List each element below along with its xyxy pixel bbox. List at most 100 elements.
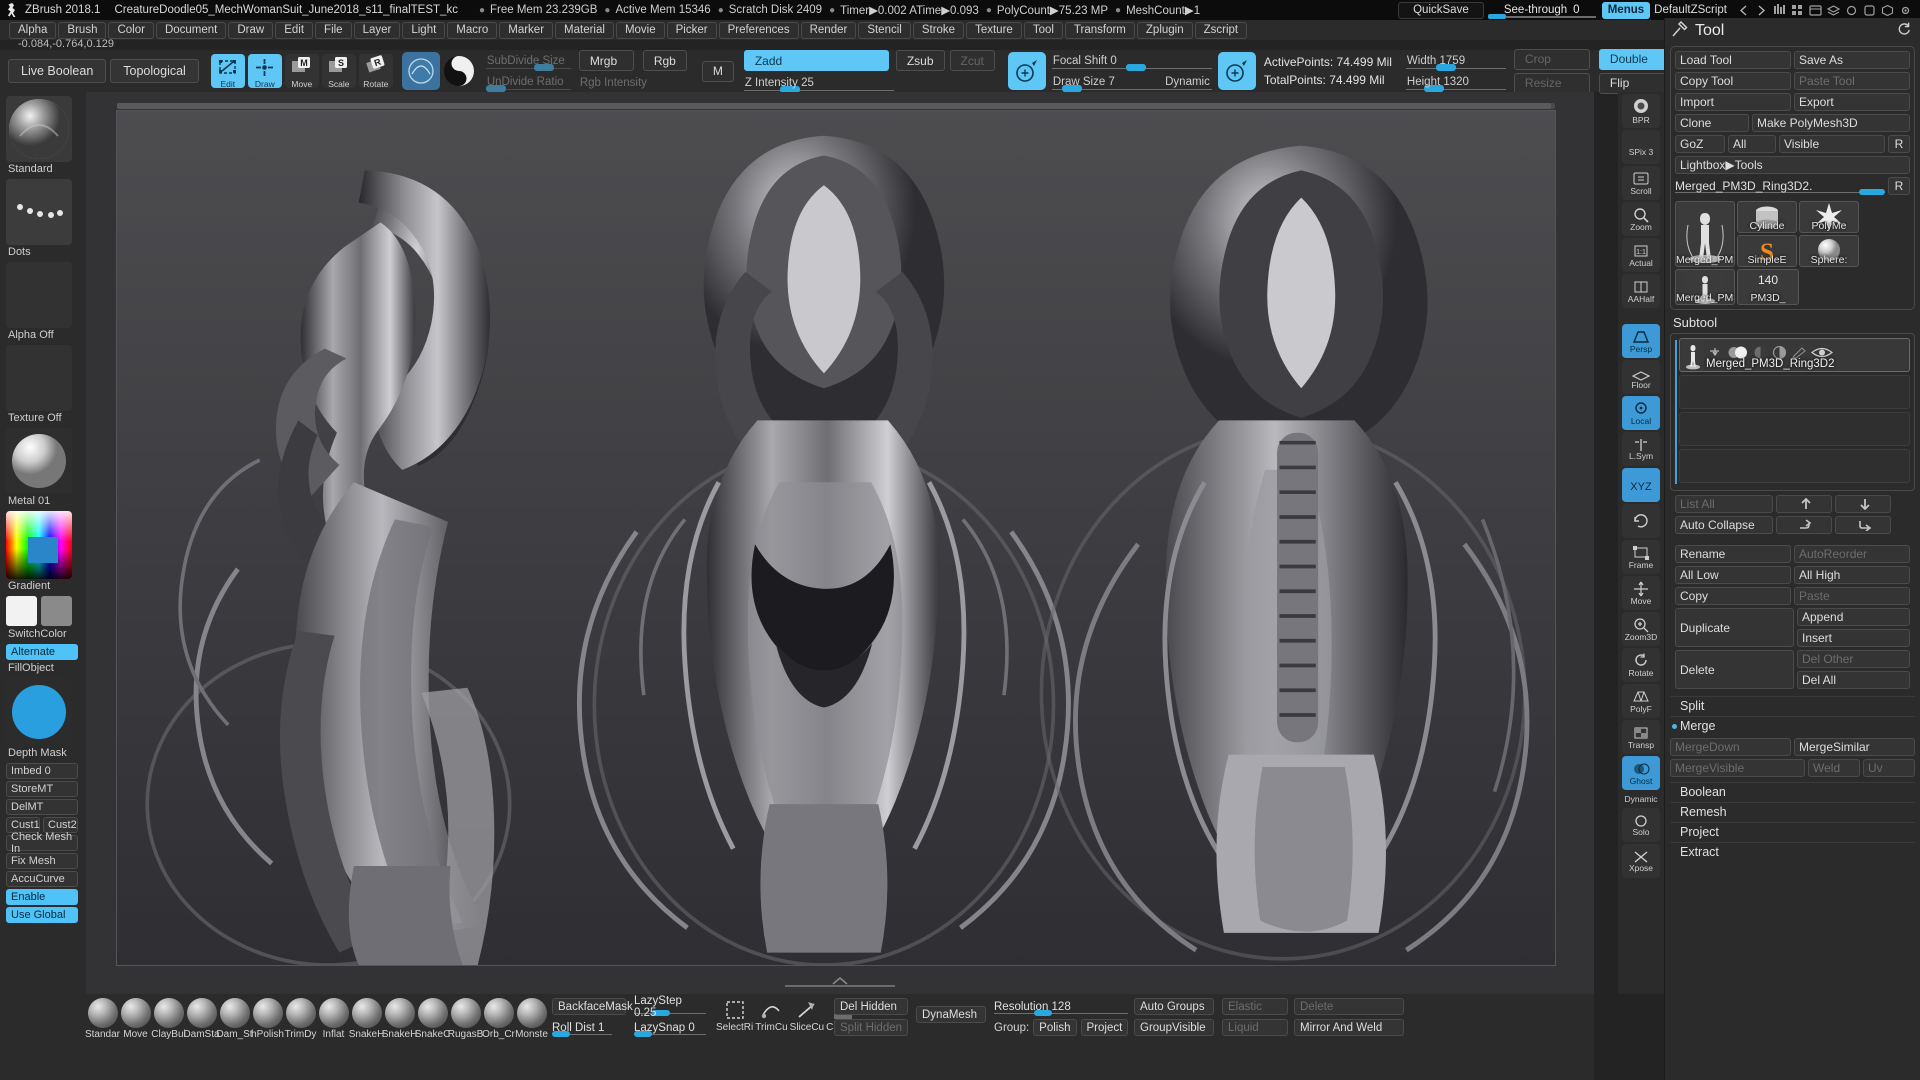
lazy-step-slider[interactable]: LazyStep 0.25 (634, 995, 706, 1019)
menu-item-preferences[interactable]: Preferences (718, 21, 799, 39)
menu-item-texture[interactable]: Texture (966, 21, 1022, 39)
menu-item-tool[interactable]: Tool (1023, 21, 1063, 39)
bars-icon[interactable] (1773, 3, 1786, 17)
slider-knob[interactable] (1859, 189, 1885, 195)
auto-collapse-button[interactable]: Auto Collapse (1675, 516, 1773, 534)
extract-section[interactable]: Extract (1670, 842, 1915, 861)
menu-item-layer[interactable]: Layer (353, 21, 401, 39)
actual-button[interactable]: 1:1 Actual (1622, 238, 1660, 272)
load-tool-button[interactable]: Load Tool (1675, 51, 1791, 69)
xpose-button[interactable]: Xpose (1622, 844, 1660, 878)
paste-button[interactable]: Paste (1794, 587, 1910, 605)
subtool-item-selected[interactable]: Merged_PM3D_Ring3D2 (1679, 338, 1910, 372)
all-high-button[interactable]: All High (1794, 566, 1910, 584)
draw-mode-button[interactable]: Draw (247, 54, 282, 89)
split-section[interactable]: Split (1670, 696, 1915, 715)
aahalf-button[interactable]: AAHalf (1622, 274, 1660, 308)
copy-tool-button[interactable]: Copy Tool (1675, 72, 1791, 90)
backface-mask-button[interactable]: BackfaceMask (552, 998, 633, 1015)
imbed-button[interactable]: Imbed 0 (6, 763, 78, 779)
auto-reorder-button[interactable]: AutoReorder (1794, 545, 1910, 563)
delete-button[interactable]: Delete (1675, 650, 1794, 689)
delete-button[interactable]: Delete (1294, 998, 1404, 1015)
merge-visible-button[interactable]: MergeVisible (1670, 759, 1805, 777)
subtool-move-down-button[interactable] (1835, 495, 1891, 513)
subtool-move-up-button[interactable] (1776, 495, 1832, 513)
brush-quick-pick[interactable]: RugasB (448, 998, 483, 1040)
mrgb-button[interactable]: Mrgb (578, 50, 634, 71)
spix-slider[interactable]: SPix 3 (1622, 130, 1660, 164)
menu-item-transform[interactable]: Transform (1064, 21, 1135, 39)
lsym-button[interactable]: L.Sym (1622, 432, 1660, 466)
select-rect-icon[interactable] (723, 998, 747, 1022)
menu-item-file[interactable]: File (315, 21, 352, 39)
brush-quick-pick[interactable]: TrimDy (284, 998, 317, 1040)
canvas-area[interactable] (86, 92, 1594, 994)
material-preview-selected[interactable] (401, 52, 440, 90)
dot-icon[interactable] (1845, 4, 1858, 17)
draw-size-icon[interactable] (1217, 52, 1256, 90)
remesh-section[interactable]: Remesh (1670, 802, 1915, 821)
tool-thumb-cylinder[interactable]: Cylinde (1737, 201, 1797, 233)
unfold-icon-button[interactable] (1622, 504, 1660, 538)
check-mesh-integrity-button[interactable]: Check Mesh In (6, 831, 78, 855)
goz-r-button[interactable]: R (1888, 135, 1910, 153)
menu-item-zplugin[interactable]: Zplugin (1136, 21, 1193, 39)
trim-curve-icon[interactable] (759, 998, 783, 1022)
current-texture-thumb[interactable] (6, 345, 72, 411)
lazy-snap-slider[interactable]: LazySnap 0 (634, 1019, 706, 1037)
see-through-slider[interactable]: See-through 0 (1487, 1, 1596, 19)
resolution-slider[interactable]: Resolution 128 (994, 998, 1128, 1016)
slice-curve-icon[interactable] (795, 998, 819, 1022)
ghost-button[interactable]: Ghost (1622, 756, 1660, 790)
menu-item-macro[interactable]: Macro (447, 21, 498, 39)
brush-quick-pick[interactable]: SnakeH (382, 998, 417, 1040)
zsub-button[interactable]: Zsub (895, 50, 945, 71)
scroll-button[interactable]: Scroll (1622, 166, 1660, 200)
merge-similar-button[interactable]: MergeSimilar (1794, 738, 1915, 756)
current-tool-slider[interactable]: Merged_PM3D_Ring3D2. (1675, 177, 1885, 195)
quicksave-button[interactable]: QuickSave (1398, 1, 1484, 19)
resize-button[interactable]: Resize (1513, 72, 1590, 94)
scale-mode-button[interactable]: S Scale (321, 54, 356, 89)
brush-quick-pick[interactable]: Inflat (317, 998, 350, 1040)
roll-dist-slider[interactable]: Roll Dist 1 (552, 1019, 612, 1037)
subtool-scrollbar[interactable] (1675, 340, 1677, 484)
xyz-button[interactable]: XYZ (1622, 468, 1660, 502)
merge-section[interactable]: Merge (1670, 716, 1915, 735)
rgb-button[interactable]: Rgb (642, 50, 687, 71)
insert-button[interactable]: Insert (1797, 629, 1910, 647)
zadd-button[interactable]: Zadd (743, 50, 889, 71)
brush-quick-pick[interactable]: ClayBui (151, 998, 186, 1040)
project-button[interactable]: Project (1080, 1019, 1129, 1036)
menu-item-draw[interactable]: Draw (228, 21, 274, 39)
default-zscript-label[interactable]: DefaultZScript (1654, 4, 1727, 16)
elastic-button[interactable]: Elastic (1222, 998, 1288, 1015)
z-intensity-slider[interactable]: Z Intensity 25 (743, 74, 894, 93)
height-slider[interactable]: Height 1320 (1405, 73, 1506, 92)
undivide-ratio-slider[interactable]: UnDivide Ratio (485, 73, 571, 92)
lightbox-tools-button[interactable]: Lightbox▶Tools (1675, 156, 1910, 174)
del-all-button[interactable]: Del All (1797, 671, 1910, 689)
goz-button[interactable]: GoZ (1675, 135, 1725, 153)
grid-icon[interactable] (1791, 4, 1804, 17)
tool-thumb-simplebrush[interactable]: S SimpleE (1737, 235, 1797, 267)
menu-item-edit[interactable]: Edit (275, 21, 314, 39)
brush-quick-pick[interactable]: DamSta (183, 998, 220, 1040)
all-low-button[interactable]: All Low (1675, 566, 1791, 584)
brush-quick-pick[interactable]: Orb_Cr (482, 998, 515, 1040)
menu-item-render[interactable]: Render (800, 21, 857, 39)
group-visible-button[interactable]: GroupVisible (1134, 1019, 1214, 1036)
merge-down-button[interactable]: MergeDown (1670, 738, 1791, 756)
menu-item-movie[interactable]: Movie (615, 21, 665, 39)
auto-groups-button[interactable]: Auto Groups (1134, 998, 1214, 1015)
polyframe-button[interactable]: PolyF (1622, 684, 1660, 718)
make-polymesh3d-button[interactable]: Make PolyMesh3D (1752, 114, 1910, 132)
menu-item-alpha[interactable]: Alpha (9, 21, 57, 39)
subtool-item-empty[interactable] (1679, 449, 1910, 483)
secondary-color-swatch[interactable] (41, 596, 72, 626)
goz-all-button[interactable]: All (1728, 135, 1776, 153)
focal-shift-icon[interactable] (1007, 52, 1046, 90)
brush-quick-pick[interactable]: Monste (515, 998, 548, 1040)
color-picker[interactable] (6, 511, 72, 579)
